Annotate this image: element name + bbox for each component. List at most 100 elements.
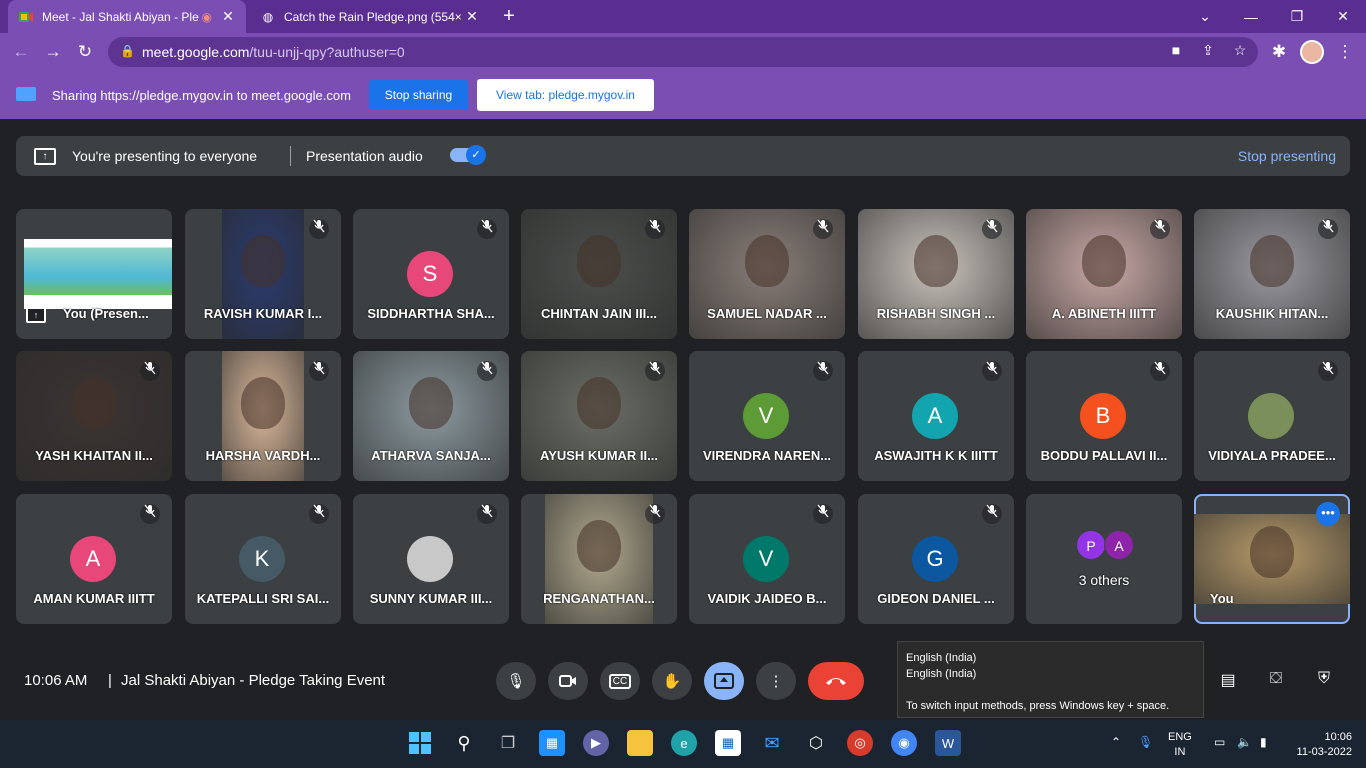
close-icon[interactable]: ✕ <box>464 8 480 25</box>
mic-muted-icon <box>1318 219 1338 239</box>
participant-tile[interactable]: RISHABH SINGH ... <box>858 209 1014 339</box>
participant-tile[interactable]: KAUSHIK HITAN... <box>1194 209 1350 339</box>
network-icon[interactable]: ▭ <box>1214 735 1225 749</box>
host-controls-icon[interactable]: ⛨ <box>1311 670 1337 694</box>
camera-button[interactable] <box>548 662 588 700</box>
tab-meet[interactable]: Meet - Jal Shakti Abiyan - Ple ◉ ✕ <box>8 0 246 33</box>
search-icon[interactable]: ⚲ <box>451 730 477 756</box>
check-icon[interactable]: ✓ <box>466 145 486 165</box>
chat-icon[interactable]: ▤ <box>1215 670 1241 694</box>
forward-icon[interactable]: → <box>42 41 64 63</box>
camera-icon[interactable]: ■ <box>1166 42 1186 58</box>
teams-chat-icon[interactable]: ▶ <box>583 730 609 756</box>
participant-name: AMAN KUMAR IIITT <box>33 591 155 606</box>
participant-name: VAIDIK JAIDEO B... <box>707 591 827 606</box>
participant-tile[interactable]: A. ABINETH IIITT <box>1026 209 1182 339</box>
participant-tile[interactable]: RENGANATHAN... <box>521 494 677 624</box>
participant-tile[interactable]: V VAIDIK JAIDEO B... <box>689 494 845 624</box>
profile-avatar[interactable] <box>1300 40 1324 64</box>
present-now-button[interactable] <box>704 662 744 700</box>
participant-tile[interactable]: ••• You <box>1194 494 1350 624</box>
participant-tile[interactable]: A ASWAJITH K K IIITT <box>858 351 1014 481</box>
microphone-icon: 🎙 <box>506 673 526 690</box>
extensions-icon[interactable]: ✱ <box>1268 41 1290 63</box>
word-icon[interactable]: W <box>935 730 961 756</box>
participant-tile[interactable]: SUNNY KUMAR III... <box>353 494 509 624</box>
participant-tile[interactable]: ATHARVA SANJA... <box>353 351 509 481</box>
chrome-icon[interactable]: ◉ <box>891 730 917 756</box>
store-icon[interactable]: ▦ <box>715 730 741 756</box>
microphone-button[interactable]: 🎙 <box>496 662 536 700</box>
mic-muted-icon <box>1150 361 1170 381</box>
microphone-icon[interactable]: 🎙 <box>1138 735 1153 749</box>
edge-icon[interactable]: e <box>671 730 697 756</box>
participant-tile[interactable]: CHINTAN JAIN III... <box>521 209 677 339</box>
windows-taskbar: ⚲ ❐ ▦ ▶ e ▦ ✉ ⬡ ◎ ◉ W ⌃ 🎙 ▭ 🔈 ▮ ENG IN 1… <box>0 720 1366 768</box>
participant-avatar: V <box>743 536 789 582</box>
app-cube-icon[interactable]: ⬡ <box>803 730 829 756</box>
volume-icon[interactable]: 🔈 <box>1237 735 1252 749</box>
present-screen-icon: ↑ <box>34 148 56 165</box>
bookmark-star-icon[interactable]: ☆ <box>1230 42 1250 59</box>
stop-presenting-button[interactable]: Stop presenting <box>1238 148 1336 164</box>
chevron-up-icon[interactable]: ⌃ <box>1111 735 1121 749</box>
participant-tile[interactable]: A AMAN KUMAR IIITT <box>16 494 172 624</box>
captions-button[interactable]: CC <box>600 662 640 700</box>
participant-face <box>577 377 621 429</box>
participant-tile[interactable]: RAVISH KUMAR I... <box>185 209 341 339</box>
mic-muted-icon <box>982 219 1002 239</box>
file-explorer-icon[interactable] <box>627 730 653 756</box>
globe-icon: ◍ <box>262 9 274 24</box>
activities-icon[interactable]: ⛋ <box>1263 670 1289 694</box>
participant-face <box>241 377 285 429</box>
participant-name: ASWAJITH K K IIITT <box>874 448 998 463</box>
mic-muted-icon <box>309 504 329 524</box>
window-close-icon[interactable]: ✕ <box>1320 0 1366 33</box>
participant-tile[interactable]: ↑ You (Presen... <box>16 209 172 339</box>
windows-start-icon[interactable] <box>407 730 433 756</box>
close-icon[interactable]: ✕ <box>220 8 236 25</box>
share-icon[interactable]: ⇪ <box>1198 42 1218 59</box>
task-view-icon[interactable]: ❐ <box>495 730 521 756</box>
participant-name: AYUSH KUMAR II... <box>540 448 658 463</box>
more-options-button[interactable]: ⋮ <box>756 662 796 700</box>
language-indicator[interactable]: ENG IN <box>1168 730 1192 760</box>
participant-tile[interactable]: V VIRENDRA NAREN... <box>689 351 845 481</box>
battery-icon[interactable]: ▮ <box>1260 735 1267 749</box>
new-tab-button[interactable]: + <box>498 6 520 28</box>
mic-muted-icon <box>1150 219 1170 239</box>
more-options-icon[interactable]: ••• <box>1316 502 1340 526</box>
participant-name: CHINTAN JAIN III... <box>540 306 658 321</box>
participant-tile[interactable]: S SIDDHARTHA SHA... <box>353 209 509 339</box>
participant-tile[interactable]: AYUSH KUMAR II... <box>521 351 677 481</box>
minimize-icon[interactable]: — <box>1228 0 1274 33</box>
participant-tile[interactable]: HARSHA VARDH... <box>185 351 341 481</box>
leave-call-button[interactable] <box>808 662 864 700</box>
url-host: meet.google.com <box>142 44 250 60</box>
stop-sharing-button[interactable]: Stop sharing <box>369 80 468 110</box>
tab-search-icon[interactable]: ⌄ <box>1182 0 1228 33</box>
participant-tile[interactable]: B BODDU PALLAVI II... <box>1026 351 1182 481</box>
back-icon[interactable]: ← <box>10 41 32 63</box>
widgets-icon[interactable]: ▦ <box>539 730 565 756</box>
participant-tile[interactable]: PA 3 others <box>1026 494 1182 624</box>
raise-hand-button[interactable]: ✋ <box>652 662 692 700</box>
system-clock[interactable]: 10:06 11-03-2022 <box>1290 730 1352 760</box>
mic-muted-icon <box>813 219 833 239</box>
participant-tile[interactable]: SAMUEL NADAR ... <box>689 209 845 339</box>
meeting-title: Jal Shakti Abiyan - Pledge Taking Event <box>121 672 386 689</box>
reload-icon[interactable]: ↻ <box>74 41 96 63</box>
recorder-icon[interactable]: ◎ <box>847 730 873 756</box>
participant-tile[interactable]: K KATEPALLI SRI SAI... <box>185 494 341 624</box>
mail-icon[interactable]: ✉ <box>759 730 785 756</box>
restore-icon[interactable]: ❐ <box>1274 0 1320 33</box>
tab-catch-the-rain[interactable]: ◍ Catch the Rain Pledge.png (554× ✕ <box>250 0 490 33</box>
participant-name: 3 others <box>1078 572 1130 588</box>
address-bar[interactable]: 🔒 meet.google.com/tuu-unjj-qpy?authuser=… <box>108 37 1258 67</box>
participant-tile[interactable]: YASH KHAITAN II... <box>16 351 172 481</box>
participant-tile[interactable]: VIDIYALA PRADEE... <box>1194 351 1350 481</box>
phone-hangup-icon <box>826 678 846 685</box>
view-tab-button[interactable]: View tab: pledge.mygov.in <box>477 79 654 111</box>
menu-kebab-icon[interactable]: ⋮ <box>1334 41 1356 63</box>
participant-tile[interactable]: G GIDEON DANIEL ... <box>858 494 1014 624</box>
